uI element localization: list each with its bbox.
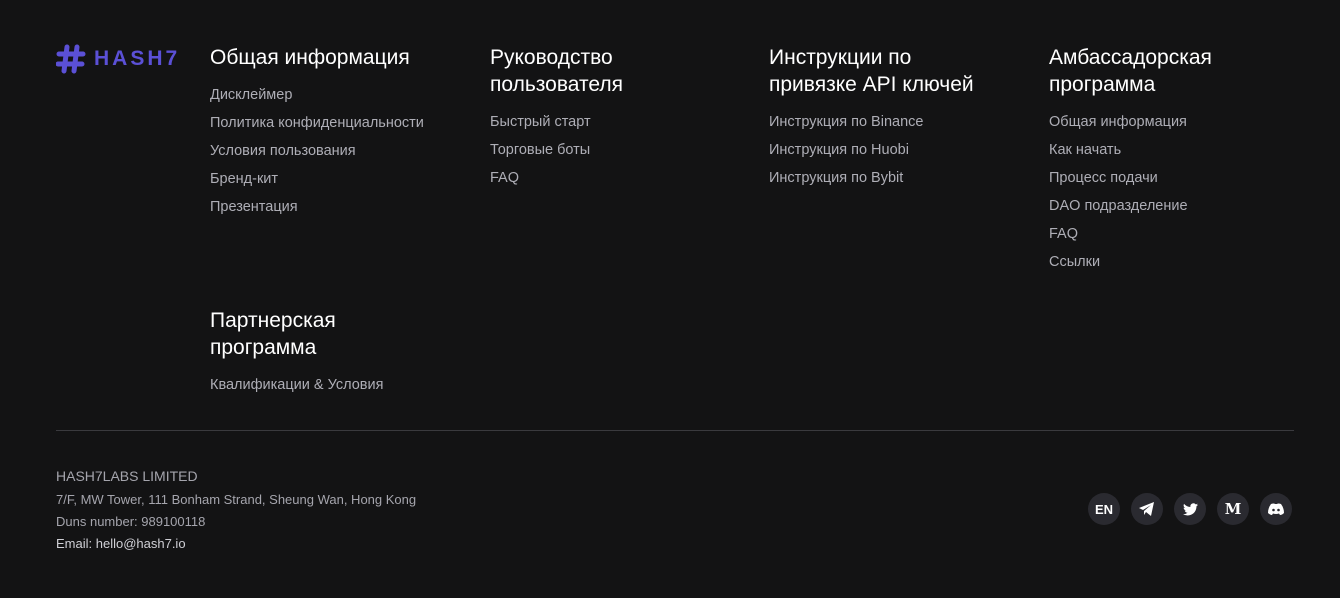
link-how-to-start[interactable]: Как начать: [1049, 136, 1309, 164]
discord-icon: [1268, 503, 1284, 515]
link-general-info[interactable]: Общая информация: [1049, 108, 1309, 136]
title-line: Партнерская: [210, 309, 336, 332]
twitter-icon: [1182, 502, 1198, 515]
column-title: Общая информация: [210, 46, 410, 69]
title-line: Руководство: [490, 46, 613, 69]
title-line: Амбассадорская: [1049, 46, 1212, 69]
link-faq[interactable]: FAQ: [1049, 220, 1309, 248]
link-application-process[interactable]: Процесс подачи: [1049, 164, 1309, 192]
hash-logo-icon: [56, 44, 86, 74]
company-address: 7/F, MW Tower, 111 Bonham Strand, Sheung…: [56, 492, 417, 507]
column-api-instructions: Инструкции по привязке API ключей Инструк…: [769, 44, 1039, 192]
link-brand-kit[interactable]: Бренд-кит: [210, 165, 470, 193]
link-qualifications[interactable]: Квалификации & Условия: [210, 371, 470, 399]
telegram-icon: [1139, 502, 1154, 516]
link-links[interactable]: Ссылки: [1049, 248, 1309, 276]
link-huobi[interactable]: Инструкция по Huobi: [769, 136, 1039, 164]
column-title: Амбассадорская программа: [1049, 44, 1309, 98]
company-name: HASH7LABS LIMITED: [56, 468, 198, 484]
medium-icon: M: [1224, 500, 1242, 518]
medium-button[interactable]: M: [1217, 493, 1249, 525]
logo-text: HASH7: [94, 47, 181, 70]
column-title: Инструкции по привязке API ключей: [769, 44, 1039, 98]
link-dao[interactable]: DAO подразделение: [1049, 192, 1309, 220]
column-title: Партнерская программа: [210, 307, 470, 361]
title-line: привязке API ключей: [769, 73, 974, 96]
column-general-info: Общая информация Дисклеймер Политика кон…: [210, 44, 470, 221]
duns-number: Duns number: 989100118: [56, 514, 206, 529]
title-line: программа: [210, 336, 317, 359]
link-bybit[interactable]: Инструкция по Bybit: [769, 164, 1039, 192]
link-trading-bots[interactable]: Торговые боты: [490, 136, 750, 164]
link-presentation[interactable]: Презентация: [210, 193, 470, 221]
link-disclaimer[interactable]: Дисклеймер: [210, 81, 470, 109]
link-binance[interactable]: Инструкция по Binance: [769, 108, 1039, 136]
discord-button[interactable]: [1260, 493, 1292, 525]
telegram-button[interactable]: [1131, 493, 1163, 525]
link-faq[interactable]: FAQ: [490, 164, 750, 192]
column-partner: Партнерская программа Квалификации & Усло…: [210, 307, 470, 399]
column-title: Руководство пользователя: [490, 44, 750, 98]
company-info: HASH7LABS LIMITED 7/F, MW Tower, 111 Bon…: [56, 466, 416, 555]
title-line: программа: [1049, 73, 1156, 96]
link-privacy-policy[interactable]: Политика конфиденциальности: [210, 109, 470, 137]
divider: [56, 430, 1294, 431]
social-links: EN M: [1088, 493, 1292, 525]
title-line: пользователя: [490, 73, 623, 96]
company-email[interactable]: Email: hello@hash7.io: [56, 533, 416, 555]
language-button[interactable]: EN: [1088, 493, 1120, 525]
twitter-button[interactable]: [1174, 493, 1206, 525]
column-ambassador: Амбассадорская программа Общая информация…: [1049, 44, 1309, 276]
title-line: Инструкции по: [769, 46, 912, 69]
link-terms[interactable]: Условия пользования: [210, 137, 470, 165]
logo[interactable]: HASH7: [56, 44, 180, 74]
column-user-guide: Руководство пользователя Быстрый старт То…: [490, 44, 750, 192]
link-quick-start[interactable]: Быстрый старт: [490, 108, 750, 136]
